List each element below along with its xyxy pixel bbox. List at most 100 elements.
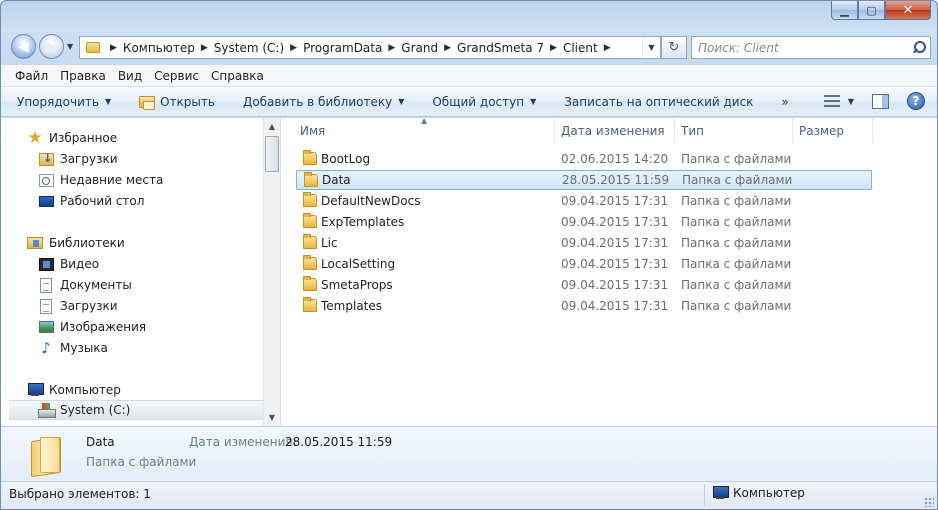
share-button[interactable]: Общий доступ ▼ <box>432 95 536 109</box>
burn-label: Записать на оптический диск <box>564 94 754 109</box>
desktop-icon <box>38 195 54 207</box>
tree-item-music[interactable]: ♪ Музыка <box>38 338 108 358</box>
close-button[interactable]: ✕ <box>885 1 931 20</box>
file-row[interactable]: Lic 09.04.2015 17:31 Папка с файлами <box>296 233 872 253</box>
address-bar[interactable]: ▶ Компьютер ▶ System (C:) ▶ ProgramData … <box>79 36 661 59</box>
downloads-library-icon <box>40 298 52 314</box>
file-name: Lic <box>321 236 338 250</box>
breadcrumb-separator[interactable]: ▶ <box>201 43 208 53</box>
breadcrumb-computer[interactable]: Компьютер <box>123 41 195 55</box>
scrollbar-thumb[interactable] <box>265 136 279 172</box>
tree-item-documents[interactable]: Документы <box>38 275 132 295</box>
scroll-up-icon[interactable]: ▲ <box>264 118 280 135</box>
tree-item-downloads[interactable]: Загрузки <box>38 149 118 169</box>
breadcrumb-separator[interactable]: ▶ <box>550 43 557 53</box>
file-type: Папка с файлами <box>681 152 792 166</box>
tree-item-downloads-lib[interactable]: Загрузки <box>38 296 118 316</box>
navigation-row: ◀ ▶ ▼ ▶ Компьютер ▶ System (C:) ▶ Progra… <box>7 31 931 61</box>
tree-item-video[interactable]: Видео <box>38 254 99 274</box>
refresh-button[interactable]: ↻ <box>661 36 687 59</box>
tree-item-recent-places[interactable]: Недавние места <box>38 170 163 190</box>
breadcrumb-client[interactable]: Client <box>563 41 598 55</box>
status-bar: Выбрано элементов: 1 Компьютер <box>1 481 937 509</box>
breadcrumb-programdata[interactable]: ProgramData <box>303 41 382 55</box>
open-button[interactable]: Открыть <box>139 94 215 110</box>
breadcrumb-grandsmeta7[interactable]: GrandSmeta 7 <box>457 41 544 55</box>
address-dropdown-icon[interactable]: ▼ <box>642 37 660 58</box>
forward-button[interactable]: ▶ <box>39 34 64 59</box>
documents-library-icon <box>40 277 52 293</box>
folder-icon <box>303 297 317 312</box>
search-input[interactable] <box>692 37 908 58</box>
tree-label: System (C:) <box>60 403 131 417</box>
search-box[interactable] <box>691 36 931 59</box>
file-name: LocalSetting <box>321 257 396 271</box>
preview-pane-icon[interactable] <box>872 93 889 109</box>
scroll-down-icon[interactable]: ▼ <box>264 409 280 426</box>
change-view-icon[interactable] <box>823 94 840 108</box>
help-icon[interactable]: ? <box>907 92 925 110</box>
status-location: Компьютер <box>712 486 805 500</box>
navigation-pane: ★ Избранное Загрузки Недавние места Рабо… <box>1 118 281 426</box>
breadcrumb-separator[interactable]: ▶ <box>444 43 451 53</box>
minimize-button[interactable]: ▁ <box>831 1 858 20</box>
video-library-icon <box>38 257 54 271</box>
navigation-scrollbar[interactable]: ▲ ▼ <box>263 118 280 426</box>
star-icon: ★ <box>27 128 43 148</box>
column-type[interactable]: Тип <box>675 118 793 143</box>
tree-label: Библиотеки <box>49 236 125 250</box>
file-row[interactable]: Templates 09.04.2015 17:31 Папка с файла… <box>296 296 872 316</box>
tree-label: Загрузки <box>60 299 118 313</box>
recent-pages-dropdown-icon[interactable]: ▼ <box>67 42 73 51</box>
resize-grip[interactable] <box>924 497 934 507</box>
maximize-button[interactable]: ▢ <box>858 1 885 20</box>
downloads-folder-icon <box>38 151 54 166</box>
back-button[interactable]: ◀ <box>11 34 36 59</box>
add-to-library-button[interactable]: Добавить в библиотеку ▼ <box>243 95 404 109</box>
caption-buttons: ▁ ▢ ✕ <box>831 1 931 21</box>
breadcrumb-grand[interactable]: Grand <box>401 41 438 55</box>
details-name: Data <box>86 435 115 449</box>
menu-help[interactable]: Справка <box>205 67 270 85</box>
open-label: Открыть <box>160 94 215 109</box>
search-icon[interactable] <box>908 37 930 58</box>
tree-favorites[interactable]: ★ Избранное <box>27 128 117 148</box>
column-size[interactable]: Размер <box>793 118 873 143</box>
breadcrumb-separator[interactable]: ▶ <box>110 43 117 53</box>
file-row-selected[interactable]: Data 28.05.2015 11:59 Папка с файлами <box>296 170 872 190</box>
file-date: 09.04.2015 17:31 <box>561 278 669 292</box>
burn-button[interactable]: Записать на оптический диск <box>564 95 753 109</box>
menu-edit[interactable]: Правка <box>54 67 112 85</box>
column-date[interactable]: Дата изменения <box>555 118 675 143</box>
chevron-down-icon: ▼ <box>530 97 537 106</box>
tree-label: Документы <box>60 278 132 292</box>
tree-item-pictures[interactable]: Изображения <box>38 317 146 337</box>
tree-item-system-c[interactable]: System (C:) <box>9 400 263 420</box>
tree-libraries[interactable]: Библиотеки <box>27 233 125 253</box>
more-commands-button[interactable]: » <box>781 95 788 109</box>
file-row[interactable]: ExpTemplates 09.04.2015 17:31 Папка с фа… <box>296 212 872 232</box>
computer-icon <box>712 486 729 500</box>
file-row[interactable]: SmetaProps 09.04.2015 17:31 Папка с файл… <box>296 275 872 295</box>
music-note-icon: ♪ <box>41 339 51 357</box>
breadcrumb-separator[interactable]: ▶ <box>604 43 611 53</box>
file-row[interactable]: DefaultNewDocs 09.04.2015 17:31 Папка с … <box>296 191 872 211</box>
tree-computer[interactable]: Компьютер <box>27 380 121 400</box>
file-row[interactable]: LocalSetting 09.04.2015 17:31 Папка с фа… <box>296 254 872 274</box>
file-date: 09.04.2015 17:31 <box>561 215 669 229</box>
breadcrumb-system-c[interactable]: System (C:) <box>214 41 284 55</box>
breadcrumb-separator[interactable]: ▶ <box>388 43 395 53</box>
organize-button[interactable]: Упорядочить ▼ <box>17 95 111 109</box>
file-row[interactable]: BootLog 02.06.2015 14:20 Папка с файлами <box>296 149 872 169</box>
tree-item-desktop[interactable]: Рабочий стол <box>38 191 144 211</box>
folder-icon <box>303 213 317 228</box>
view-options-dropdown-icon[interactable]: ▼ <box>848 97 854 106</box>
tree-label: Рабочий стол <box>60 194 145 208</box>
file-type: Папка с файлами <box>682 173 793 187</box>
breadcrumb-separator[interactable]: ▶ <box>290 43 297 53</box>
column-name[interactable]: Имя <box>294 118 555 143</box>
menu-file[interactable]: Файл <box>9 67 54 85</box>
menu-tools[interactable]: Сервис <box>148 67 205 85</box>
menu-view[interactable]: Вид <box>112 67 148 85</box>
details-modified-value[interactable]: 28.05.2015 11:59 <box>285 435 392 449</box>
